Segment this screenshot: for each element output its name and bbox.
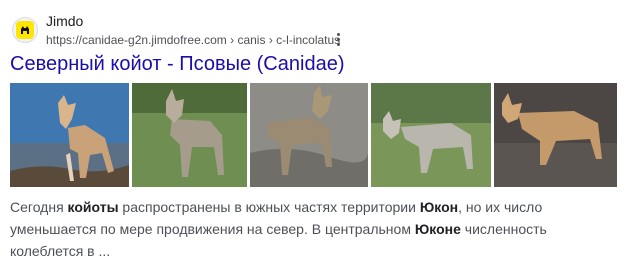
coyote-image-4[interactable] [371, 83, 491, 187]
result-snippet: Сегодня койоты распространены в южных ча… [10, 196, 620, 262]
coyote-image-2[interactable] [132, 83, 247, 187]
jimdo-logo-icon [16, 21, 34, 39]
breadcrumb-separator: › [230, 33, 235, 47]
site-favicon [12, 17, 38, 43]
snippet-text: Сегодня [10, 199, 68, 215]
coyote-image-1[interactable] [10, 83, 129, 187]
result-title-link[interactable]: Северный койот - Псовые (Canidae) [10, 52, 344, 76]
snippet-highlight: Юконе [414, 221, 461, 237]
site-url-breadcrumb: https://canidae-g2n.jimdofree.com › cani… [46, 32, 340, 48]
breadcrumb-separator: › [268, 33, 273, 47]
breadcrumb-canis: canis [237, 33, 266, 47]
site-name: Jimdo [46, 13, 84, 29]
coyote-image-3[interactable] [250, 83, 368, 187]
site-url: https://canidae-g2n.jimdofree.com [46, 33, 227, 47]
snippet-highlight: койоты [67, 199, 119, 215]
result-source[interactable]: Jimdo https://canidae-g2n.jimdofree.com … [10, 8, 630, 48]
more-vert-icon[interactable] [332, 30, 344, 48]
image-strip [10, 83, 630, 187]
coyote-image-5[interactable] [494, 83, 617, 187]
snippet-highlight: Юкон [419, 199, 459, 215]
snippet-text: распространены в южных частях территории [118, 199, 420, 215]
breadcrumb-incolatus: c-l-incolatus [276, 33, 341, 47]
